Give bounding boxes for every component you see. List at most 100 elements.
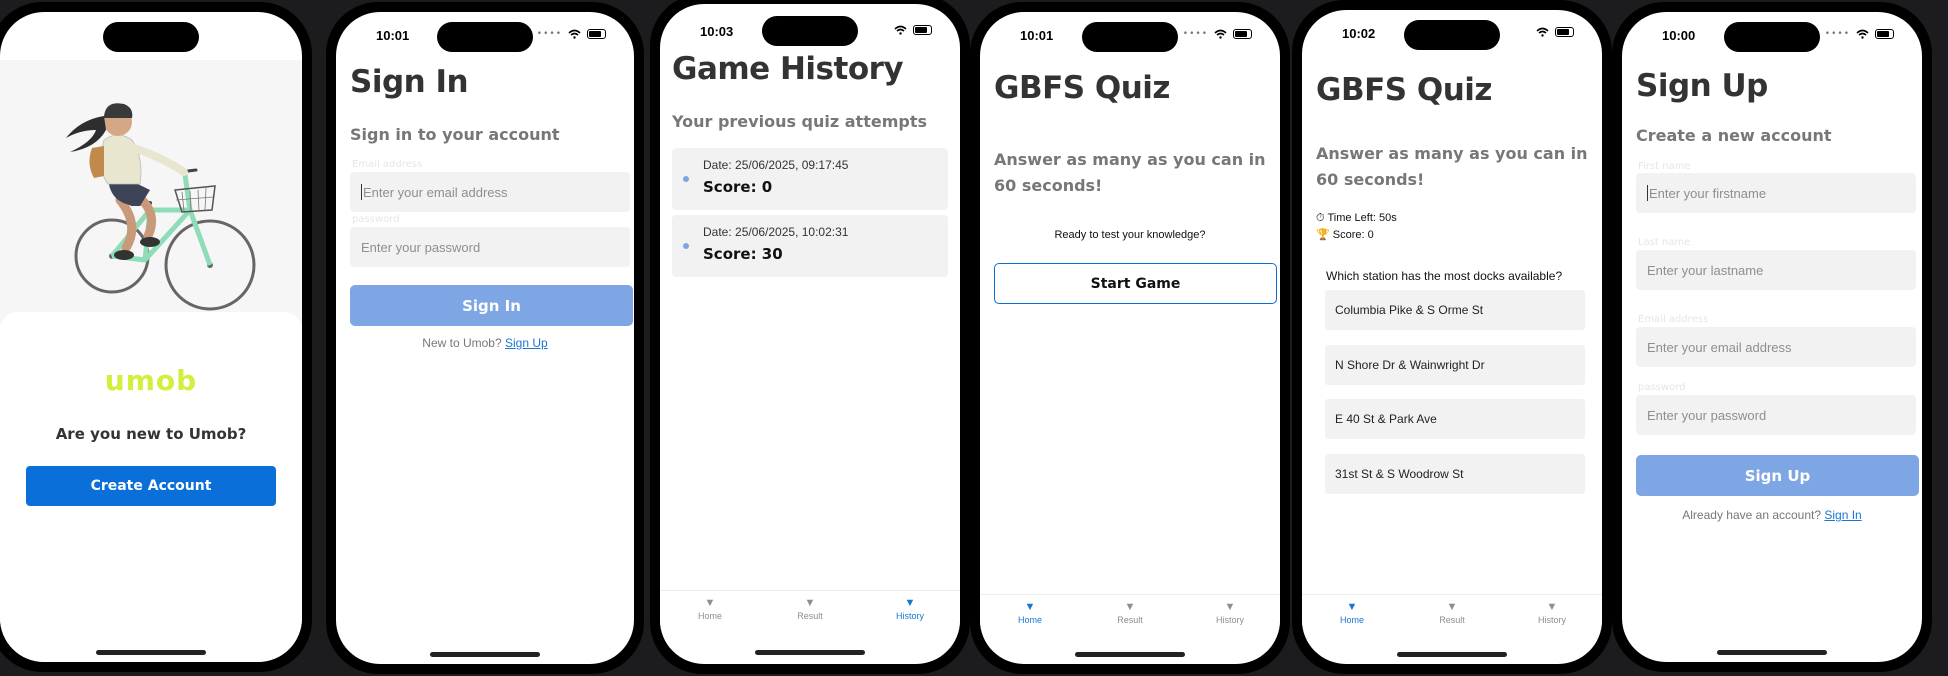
email-field[interactable]: Enter your email address [350, 172, 630, 212]
password-label: password [1638, 382, 1686, 393]
status-time: 10:02 [1342, 26, 1376, 41]
history-score: Score: 0 [703, 178, 773, 196]
page-subtitle: Your previous quiz attempts [672, 112, 927, 131]
battery-icon [1875, 29, 1894, 39]
tab-result[interactable]: ▼ Result [760, 591, 860, 648]
password-field[interactable]: Enter your password [350, 227, 630, 267]
status-icons: •••• [1183, 29, 1252, 39]
tab-result[interactable]: ▼ Result [1080, 595, 1180, 652]
home-indicator [430, 652, 540, 657]
lastname-field[interactable]: Enter your lastname [1636, 250, 1916, 290]
sign-in-button[interactable]: Sign In [350, 285, 633, 326]
tab-bar: ▼ Home ▼ Result ▼ History [980, 594, 1280, 652]
result-tab-icon: ▼ [804, 597, 816, 609]
wifi-icon [568, 29, 581, 39]
wifi-icon [1856, 29, 1869, 39]
page-title: Game History [672, 51, 904, 87]
status-bar: 10:03 [660, 22, 960, 42]
page-subtitle: Create a new account [1636, 126, 1832, 145]
page-subtitle: Sign in to your account [350, 125, 560, 144]
home-indicator [1075, 652, 1185, 657]
page-subtitle: Answer as many as you can in 60 seconds! [994, 150, 1266, 196]
tab-home[interactable]: ▼ Home [980, 595, 1080, 652]
answer-option[interactable]: Columbia Pike & S Orme St [1325, 290, 1585, 330]
status-time: 10:03 [700, 24, 734, 39]
firstname-field[interactable]: Enter your firstname [1636, 173, 1916, 213]
tab-label: Home [1339, 615, 1364, 625]
result-tab-icon: ▼ [1446, 601, 1458, 613]
answer-option[interactable]: N Shore Dr & Wainwright Dr [1325, 345, 1585, 385]
phone-history: 10:03 Game History Your previous quiz at… [650, 0, 970, 674]
score-text: Score: 0 [1332, 229, 1374, 241]
tab-home[interactable]: ▼ Home [1302, 595, 1402, 652]
history-score: Score: 30 [703, 245, 783, 263]
answer-option[interactable]: E 40 St & Park Ave [1325, 399, 1585, 439]
battery-icon [913, 25, 932, 35]
tab-label: Home [697, 611, 722, 621]
create-account-button[interactable]: Create Account [26, 466, 276, 506]
welcome-question: Are you new to Umob? [55, 425, 247, 443]
signup-link[interactable]: Sign Up [505, 336, 548, 350]
tab-label: History [895, 611, 924, 621]
phone-signup: 10:00 •••• Sign Up Create a new account … [1612, 2, 1932, 672]
password-field[interactable]: Enter your password [1636, 395, 1916, 435]
text-caret [361, 184, 362, 200]
tab-label: Home [1017, 615, 1042, 625]
wifi-icon [894, 25, 907, 35]
status-bar: 10:02 [1302, 24, 1602, 44]
page-title: GBFS Quiz [994, 70, 1170, 106]
bullet-icon [683, 176, 689, 182]
status-bar: 10:00 •••• [1622, 26, 1922, 46]
tab-home[interactable]: ▼ Home [660, 591, 760, 648]
sign-up-button[interactable]: Sign Up [1636, 455, 1919, 496]
email-label: Email address [352, 159, 423, 170]
bullet-icon [683, 243, 689, 249]
trophy-icon: 🏆 [1316, 229, 1330, 241]
answer-option[interactable]: 31st St & S Woodrow St [1325, 454, 1585, 494]
history-date: Date: 25/06/2025, 10:02:31 [703, 225, 849, 239]
signin-link[interactable]: Sign In [1824, 508, 1861, 522]
umob-logo: umob [104, 364, 198, 397]
signin-prompt-text: Already have an account? [1682, 508, 1822, 522]
signup-prompt-text: New to Umob? [422, 336, 502, 350]
phone-quiz-start: 10:01 •••• GBFS Quiz Answer as many as y… [970, 2, 1290, 674]
signin-screen: 10:01 •••• Sign In Sign in to your accou… [336, 12, 634, 664]
status-icons: •••• [537, 29, 606, 39]
tab-history[interactable]: ▼ History [860, 591, 960, 648]
battery-icon [1233, 29, 1252, 39]
tab-label: History [1537, 615, 1566, 625]
result-tab-icon: ▼ [1124, 601, 1136, 613]
cyclist-illustration [66, 103, 256, 311]
tab-history[interactable]: ▼ History [1502, 595, 1602, 652]
history-screen: 10:03 Game History Your previous quiz at… [660, 4, 960, 664]
time-left-text: Time Left: 50s [1327, 212, 1397, 224]
wifi-icon [1536, 27, 1549, 37]
password-placeholder: Enter your password [361, 239, 481, 255]
status-icons [894, 25, 932, 35]
history-item[interactable]: Date: 25/06/2025, 10:02:31 Score: 30 [672, 215, 948, 277]
lastname-label: Last name [1638, 237, 1691, 248]
firstname-label: First name [1638, 161, 1691, 172]
battery-icon [587, 29, 606, 39]
lastname-placeholder: Enter your lastname [1647, 262, 1764, 278]
status-time: 10:01 [1020, 28, 1054, 43]
home-indicator [1397, 652, 1507, 657]
home-indicator [755, 650, 865, 655]
wifi-icon [1214, 29, 1227, 39]
question-text: Which station has the most docks availab… [1326, 269, 1563, 283]
current-score: 🏆 Score: 0 [1316, 228, 1374, 241]
ready-text: Ready to test your knowledge? [1054, 229, 1206, 241]
email-field[interactable]: Enter your email address [1636, 327, 1916, 367]
tab-result[interactable]: ▼ Result [1402, 595, 1502, 652]
home-tab-icon: ▼ [1024, 601, 1036, 613]
start-game-button[interactable]: Start Game [994, 263, 1277, 304]
stopwatch-icon: ⏱ [1316, 212, 1325, 224]
tab-label: Result [1117, 615, 1143, 625]
signal-icon: •••• [536, 29, 562, 39]
history-item[interactable]: Date: 25/06/2025, 09:17:45 Score: 0 [672, 148, 948, 210]
home-indicator [96, 650, 206, 655]
phone-signin: 10:01 •••• Sign In Sign in to your accou… [326, 2, 644, 674]
text-caret [1647, 185, 1648, 201]
signal-icon: •••• [1182, 29, 1208, 39]
tab-history[interactable]: ▼ History [1180, 595, 1280, 652]
